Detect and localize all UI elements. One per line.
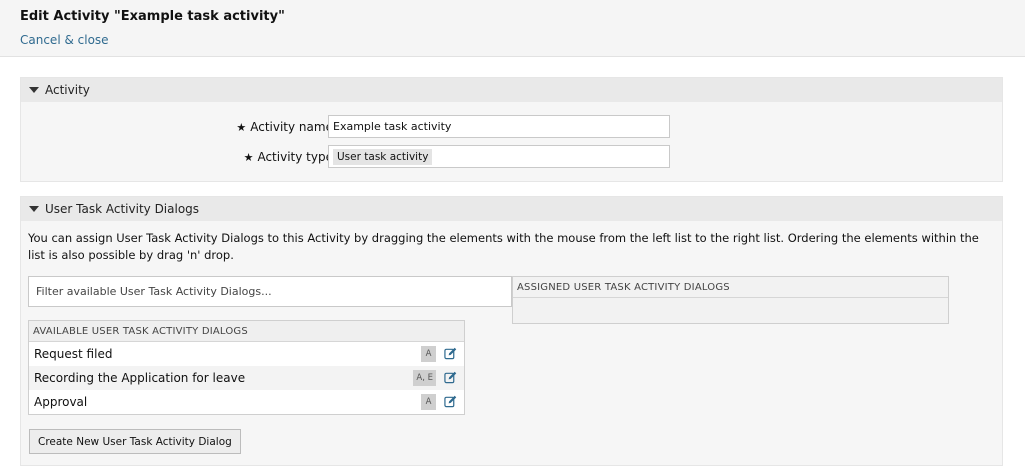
activity-panel-header[interactable]: Activity [21, 78, 1002, 102]
dialog-item-badge: A [421, 394, 436, 410]
assigned-dialogs-list[interactable]: ASSIGNED USER TASK ACTIVITY DIALOGS [512, 276, 949, 324]
filter-dialogs-input[interactable] [28, 276, 512, 307]
dialog-item-badge: A [421, 346, 436, 362]
dialogs-panel-header[interactable]: User Task Activity Dialogs [21, 197, 1002, 221]
dialogs-panel-title: User Task Activity Dialogs [45, 202, 200, 216]
required-star-icon: ★ [243, 151, 254, 164]
dialog-item-label: Approval [34, 395, 88, 409]
cancel-close-link[interactable]: Cancel & close [20, 33, 109, 47]
activity-type-row: ★ Activity type: User task activity [21, 145, 1002, 169]
activity-name-label: ★ Activity name: [236, 120, 337, 134]
dialog-item-label: Request filed [34, 347, 113, 361]
list-item[interactable]: Recording the Application for leave A, E [29, 366, 464, 390]
edit-icon[interactable] [444, 371, 457, 384]
activity-name-row: ★ Activity name: [21, 115, 1002, 139]
list-item[interactable]: Approval A [29, 390, 464, 414]
dialog-item-badge: A, E [413, 370, 436, 386]
dialogs-description: You can assign User Task Activity Dialog… [28, 231, 979, 262]
required-star-icon: ★ [236, 121, 247, 134]
list-item[interactable]: Request filed A [29, 342, 464, 366]
activity-name-input[interactable] [328, 115, 670, 138]
assigned-dialogs-header: ASSIGNED USER TASK ACTIVITY DIALOGS [513, 277, 948, 298]
collapse-triangle-icon [29, 87, 39, 93]
activity-type-select[interactable]: User task activity [328, 145, 670, 168]
edit-icon[interactable] [444, 347, 457, 360]
available-dialogs-header: AVAILABLE USER TASK ACTIVITY DIALOGS [29, 321, 464, 342]
activity-type-selected-value: User task activity [333, 149, 433, 165]
collapse-triangle-icon [29, 206, 39, 212]
dialogs-panel: User Task Activity Dialogs You can assig… [20, 196, 1003, 466]
activity-panel-title: Activity [45, 83, 90, 97]
create-new-dialog-button[interactable]: Create New User Task Activity Dialog [29, 429, 241, 454]
available-dialogs-list: AVAILABLE USER TASK ACTIVITY DIALOGS Req… [28, 320, 465, 415]
edit-icon[interactable] [444, 395, 457, 408]
dialog-item-label: Recording the Application for leave [34, 371, 246, 385]
page-header: Edit Activity "Example task activity" Ca… [0, 0, 1025, 57]
activity-panel: Activity ★Activity name: ★Activity type:… [20, 77, 1003, 182]
page-title: Edit Activity "Example task activity" [20, 9, 285, 24]
activity-type-label: ★ Activity type: [243, 150, 337, 164]
